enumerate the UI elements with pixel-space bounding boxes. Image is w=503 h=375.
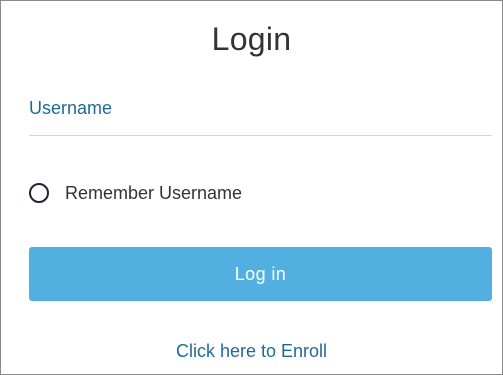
remember-username-toggle[interactable]: Remember Username: [29, 181, 242, 205]
remember-username-label: Remember Username: [65, 182, 243, 203]
radio-unchecked-icon[interactable]: [29, 183, 49, 203]
login-button[interactable]: Log in: [29, 247, 492, 301]
enroll-link[interactable]: Click here to Enroll: [1, 341, 502, 362]
username-input[interactable]: [29, 93, 492, 123]
login-card: Login Remember Username Log in Click her…: [0, 0, 503, 375]
login-title: Login: [211, 21, 292, 57]
username-field-container: [29, 89, 492, 136]
